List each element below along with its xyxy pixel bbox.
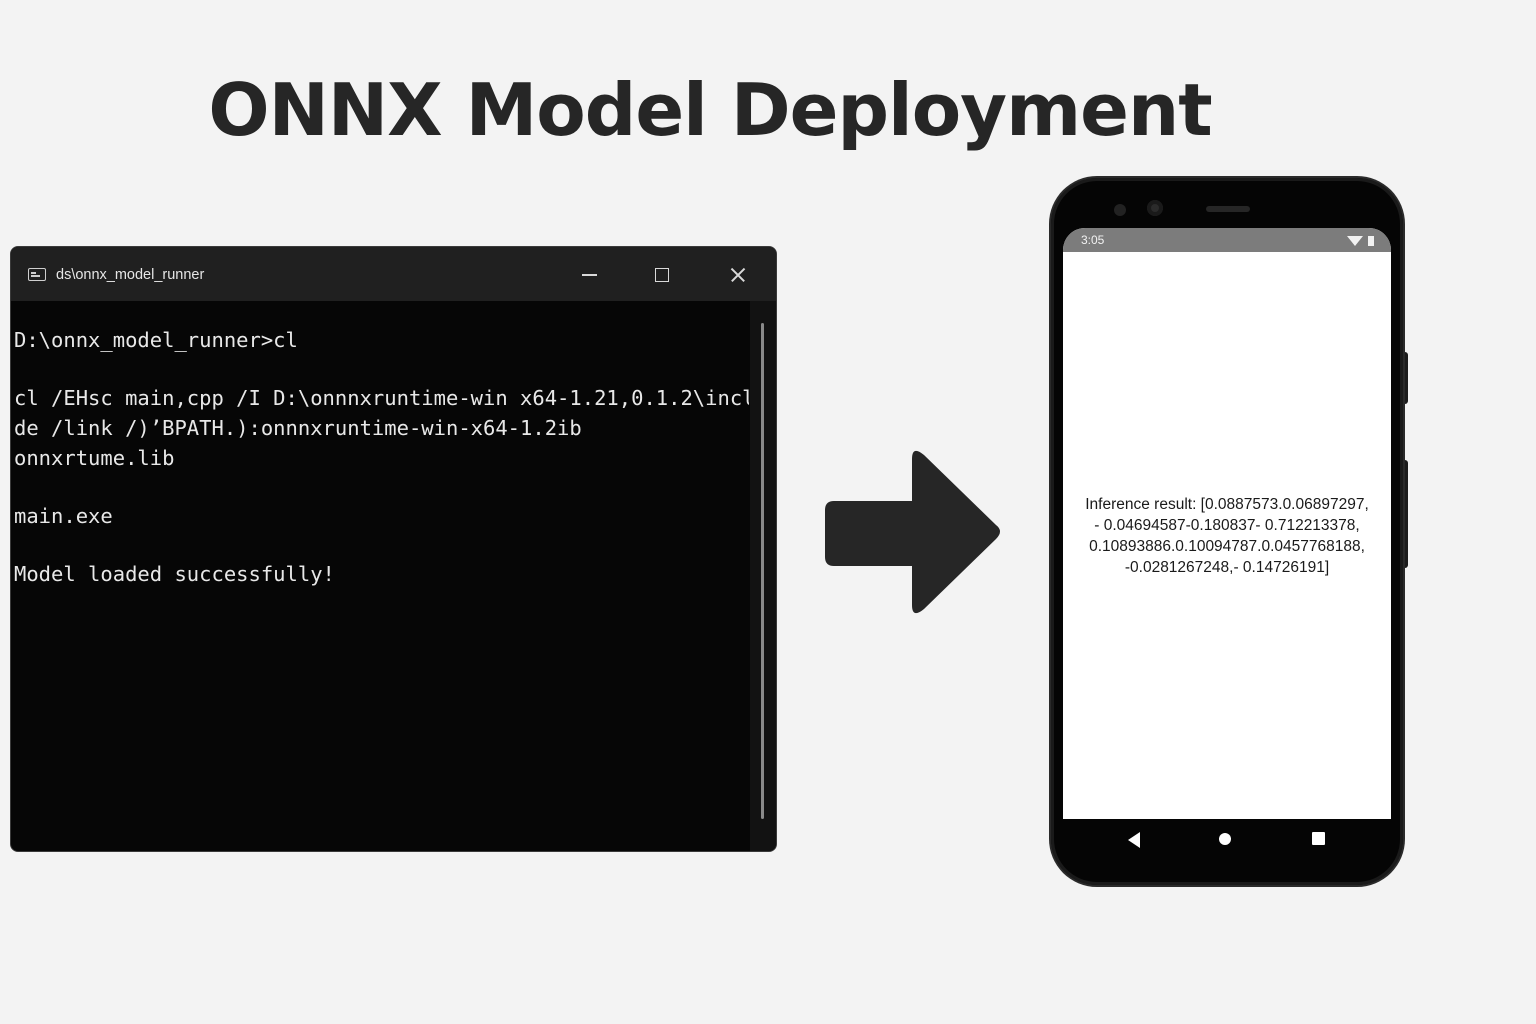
phone-side-button xyxy=(1403,352,1408,404)
terminal-line: Model loaded successfully! xyxy=(14,562,335,586)
phone-screen: 3:05 Inference result: [0.0887573.0.0689… xyxy=(1063,228,1391,819)
inference-line: Inference result: [0.0887573.0.06897297, xyxy=(1085,496,1369,513)
maximize-icon[interactable] xyxy=(639,257,685,293)
terminal-scrollbar[interactable] xyxy=(750,301,776,851)
status-time: 3:05 xyxy=(1081,233,1105,247)
home-icon[interactable] xyxy=(1219,833,1231,845)
recents-icon[interactable] xyxy=(1312,832,1325,845)
terminal-line: D:\onnx_model_runner>cl xyxy=(14,328,298,352)
terminal-output[interactable]: D:\onnx_model_runner>cl cl /EHsc main,cp… xyxy=(14,325,749,845)
inference-line: 0.10893886.0.10094787.0.0457768188, xyxy=(1089,538,1365,555)
back-icon[interactable] xyxy=(1128,832,1140,848)
inference-result: Inference result: [0.0887573.0.06897297,… xyxy=(1063,494,1391,578)
terminal-line: onnxrtume.lib xyxy=(14,446,175,470)
inference-line: -0.0281267248,- 0.14726191] xyxy=(1124,559,1330,576)
page-title: ONNX Model Deployment xyxy=(208,68,1212,152)
phone-camera-icon xyxy=(1147,200,1163,216)
terminal-window: ds\onnx_model_runner D:\onnx_model_runne… xyxy=(10,246,777,852)
battery-icon xyxy=(1368,236,1374,246)
minimize-icon[interactable] xyxy=(566,257,612,293)
terminal-line: cl /EHsc main,cpp /I D:\onnnxruntime-win… xyxy=(14,386,749,410)
phone-side-button xyxy=(1403,460,1408,568)
inference-line: - 0.04694587-0.180837- 0.712213378, xyxy=(1094,517,1360,534)
wifi-icon xyxy=(1347,236,1363,246)
terminal-app-icon xyxy=(28,268,46,281)
navigation-bar xyxy=(1063,819,1391,859)
phone-sensor xyxy=(1114,204,1126,216)
phone-speaker xyxy=(1206,206,1250,212)
page: ONNX Model Deployment ds\onnx_model_runn… xyxy=(0,0,1536,1024)
terminal-titlebar[interactable]: ds\onnx_model_runner xyxy=(11,247,776,301)
terminal-line: main.exe xyxy=(14,504,113,528)
phone-device: 3:05 Inference result: [0.0887573.0.0689… xyxy=(1051,178,1403,885)
right-arrow-icon xyxy=(825,450,1000,614)
terminal-line: de /link /)’BPATH.):onnnxruntime-win-x64… xyxy=(14,416,582,440)
terminal-scrollbar-thumb[interactable] xyxy=(761,323,764,819)
close-icon[interactable] xyxy=(714,257,760,293)
terminal-window-title: ds\onnx_model_runner xyxy=(56,267,205,283)
status-bar: 3:05 xyxy=(1063,228,1391,252)
